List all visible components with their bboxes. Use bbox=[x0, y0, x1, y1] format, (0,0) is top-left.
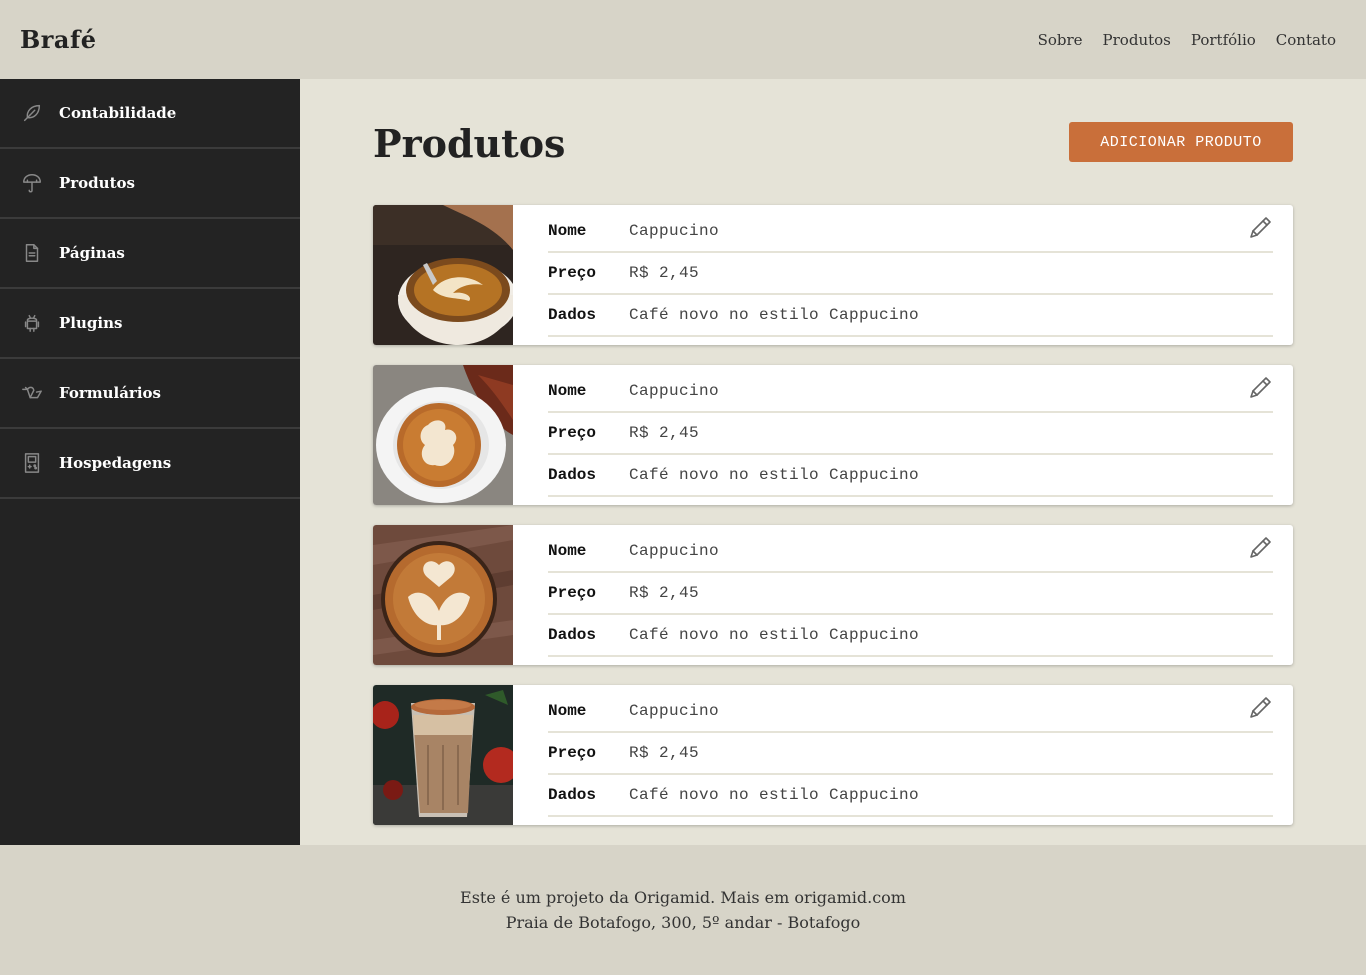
sidebar-item-contabilidade[interactable]: Contabilidade bbox=[0, 79, 300, 149]
product-price: R$ 2,45 bbox=[629, 584, 700, 602]
product-name: Cappucino bbox=[629, 702, 720, 720]
field-label-name: Nome bbox=[548, 702, 587, 720]
product-image bbox=[373, 525, 513, 665]
sidebar-item-hospedagens[interactable]: Hospedagens bbox=[0, 429, 300, 499]
product-details: Nome Cappucino Preço R$ 2,45 Dados Café nov… bbox=[513, 525, 1293, 665]
leaf-icon bbox=[20, 101, 44, 125]
main-content: Produtos ADICIONAR PRODUTO Nome Cappucino… bbox=[300, 79, 1366, 845]
product-data: Café novo no estilo Cappucino bbox=[629, 466, 920, 484]
product-name-row: Nome Cappucino bbox=[548, 531, 1273, 573]
sidebar-item-label: Páginas bbox=[59, 244, 125, 262]
field-label-price: Preço bbox=[548, 584, 597, 602]
umbrella-icon bbox=[20, 171, 44, 195]
edit-icon[interactable] bbox=[1247, 695, 1273, 721]
edit-icon[interactable] bbox=[1247, 215, 1273, 241]
product-name: Cappucino bbox=[629, 222, 720, 240]
product-price: R$ 2,45 bbox=[629, 264, 700, 282]
field-label-name: Nome bbox=[548, 542, 587, 560]
sidebar-item-plugins[interactable]: Plugins bbox=[0, 289, 300, 359]
page-title: Produtos bbox=[373, 121, 566, 166]
logo[interactable]: Brafé bbox=[20, 25, 97, 54]
site-header: Brafé Sobre Produtos Portfólio Contato bbox=[0, 0, 1366, 79]
nav-link-produtos[interactable]: Produtos bbox=[1103, 31, 1171, 49]
field-label-price: Preço bbox=[548, 424, 597, 442]
product-price: R$ 2,45 bbox=[629, 424, 700, 442]
add-product-button[interactable]: ADICIONAR PRODUTO bbox=[1069, 122, 1293, 162]
field-label-name: Nome bbox=[548, 382, 587, 400]
product-name: Cappucino bbox=[629, 542, 720, 560]
bird-icon bbox=[20, 381, 44, 405]
nav-link-contato[interactable]: Contato bbox=[1276, 31, 1336, 49]
field-label-data: Dados bbox=[548, 786, 597, 804]
sidebar-item-label: Contabilidade bbox=[59, 104, 177, 122]
product-image bbox=[373, 685, 513, 825]
top-nav: Sobre Produtos Portfólio Contato bbox=[1038, 31, 1336, 49]
field-label-data: Dados bbox=[548, 626, 597, 644]
product-name-row: Nome Cappucino bbox=[548, 371, 1273, 413]
sidebar-item-label: Formulários bbox=[59, 384, 161, 402]
field-label-data: Dados bbox=[548, 306, 597, 324]
field-label-price: Preço bbox=[548, 744, 597, 762]
sidebar-item-produtos[interactable]: Produtos bbox=[0, 149, 300, 219]
product-data-row: Dados Café novo no estilo Cappucino bbox=[548, 455, 1273, 497]
edit-icon[interactable] bbox=[1247, 375, 1273, 401]
site-footer: Este é um projeto da Origamid. Mais em o… bbox=[0, 845, 1366, 975]
document-icon bbox=[20, 241, 44, 265]
product-name-row: Nome Cappucino bbox=[548, 211, 1273, 253]
product-card: Nome Cappucino Preço R$ 2,45 Dados Café nov… bbox=[373, 525, 1293, 665]
product-data-row: Dados Café novo no estilo Cappucino bbox=[548, 775, 1273, 817]
product-data-row: Dados Café novo no estilo Cappucino bbox=[548, 295, 1273, 337]
product-image bbox=[373, 205, 513, 345]
product-data: Café novo no estilo Cappucino bbox=[629, 626, 920, 644]
product-card: Nome Cappucino Preço R$ 2,45 Dados Café nov… bbox=[373, 205, 1293, 345]
product-details: Nome Cappucino Preço R$ 2,45 Dados Café nov… bbox=[513, 365, 1293, 505]
nav-link-sobre[interactable]: Sobre bbox=[1038, 31, 1083, 49]
gameboy-icon bbox=[20, 451, 44, 475]
sidebar-item-paginas[interactable]: Páginas bbox=[0, 219, 300, 289]
field-label-data: Dados bbox=[548, 466, 597, 484]
product-name: Cappucino bbox=[629, 382, 720, 400]
product-price-row: Preço R$ 2,45 bbox=[548, 573, 1273, 615]
sidebar: Contabilidade Produtos Páginas Plugins F… bbox=[0, 79, 300, 845]
product-price-row: Preço R$ 2,45 bbox=[548, 253, 1273, 295]
field-label-name: Nome bbox=[548, 222, 587, 240]
product-data: Café novo no estilo Cappucino bbox=[629, 306, 920, 324]
footer-credit: Este é um projeto da Origamid. Mais em o… bbox=[460, 888, 906, 907]
sidebar-item-label: Plugins bbox=[59, 314, 123, 332]
product-price-row: Preço R$ 2,45 bbox=[548, 413, 1273, 455]
edit-icon[interactable] bbox=[1247, 535, 1273, 561]
android-icon bbox=[20, 311, 44, 335]
product-image bbox=[373, 365, 513, 505]
footer-address: Praia de Botafogo, 300, 5º andar - Botaf… bbox=[505, 913, 861, 932]
product-price-row: Preço R$ 2,45 bbox=[548, 733, 1273, 775]
nav-link-portfolio[interactable]: Portfólio bbox=[1191, 31, 1256, 49]
product-price: R$ 2,45 bbox=[629, 744, 700, 762]
product-card: Nome Cappucino Preço R$ 2,45 Dados Café nov… bbox=[373, 365, 1293, 505]
field-label-price: Preço bbox=[548, 264, 597, 282]
product-details: Nome Cappucino Preço R$ 2,45 Dados Café nov… bbox=[513, 205, 1293, 345]
sidebar-item-label: Produtos bbox=[59, 174, 135, 192]
product-data-row: Dados Café novo no estilo Cappucino bbox=[548, 615, 1273, 657]
sidebar-item-formularios[interactable]: Formulários bbox=[0, 359, 300, 429]
product-details: Nome Cappucino Preço R$ 2,45 Dados Café nov… bbox=[513, 685, 1293, 825]
product-card: Nome Cappucino Preço R$ 2,45 Dados Café nov… bbox=[373, 685, 1293, 825]
product-data: Café novo no estilo Cappucino bbox=[629, 786, 920, 804]
product-name-row: Nome Cappucino bbox=[548, 691, 1273, 733]
sidebar-item-label: Hospedagens bbox=[59, 454, 172, 472]
